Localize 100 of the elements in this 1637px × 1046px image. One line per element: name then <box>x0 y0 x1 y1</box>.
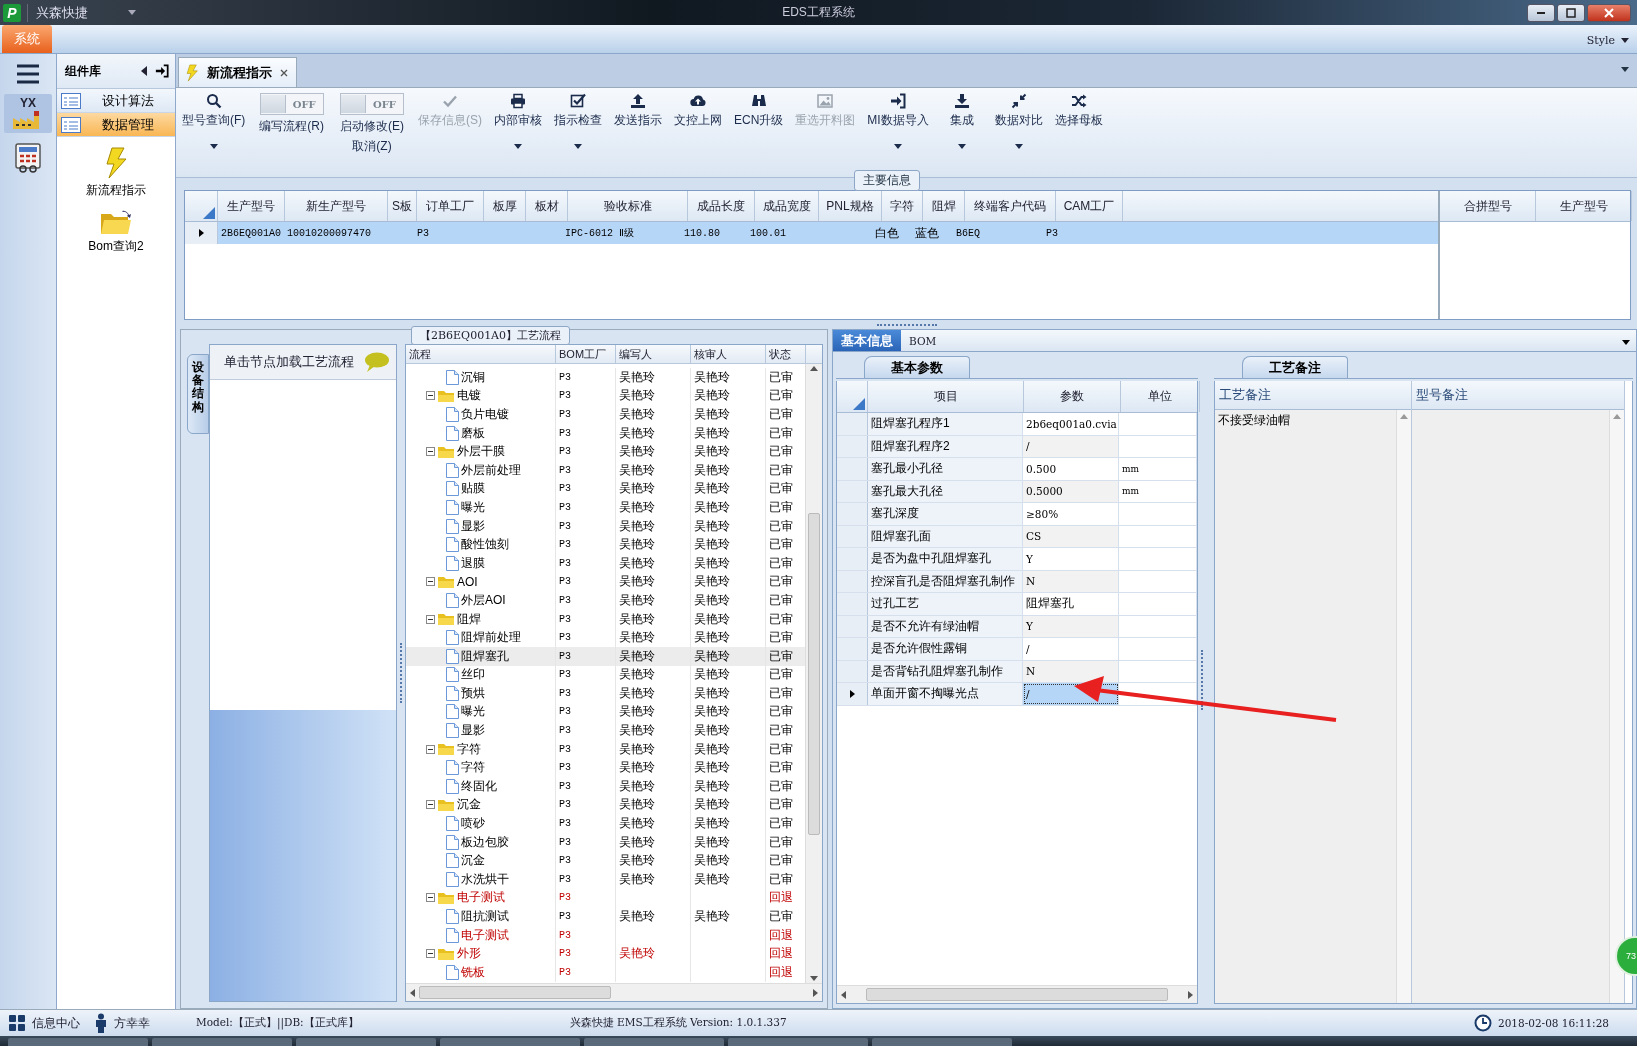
scrollbar[interactable] <box>1609 410 1624 1003</box>
close-button[interactable] <box>1587 3 1631 22</box>
column-header[interactable]: 合拼型号 <box>1440 191 1536 221</box>
column-header[interactable]: 生产型号 <box>1536 191 1632 221</box>
value-cell[interactable]: N <box>1023 570 1119 592</box>
table-cell: 已审 <box>769 759 793 777</box>
collapse-icon[interactable] <box>426 447 435 457</box>
column-header[interactable]: 成品宽度 <box>755 191 819 221</box>
row-header[interactable] <box>837 683 868 705</box>
tab[interactable]: 工艺备注 <box>1242 356 1348 378</box>
value-cell[interactable]: 2b6eq001a0.cvia <box>1023 413 1119 435</box>
document-icon <box>446 425 459 441</box>
quick-access-caret-icon[interactable] <box>128 10 136 15</box>
folder-icon <box>437 612 455 626</box>
close-icon[interactable] <box>280 68 288 77</box>
library-item[interactable]: 设计算法 <box>57 89 175 113</box>
table-row[interactable]: 2B6EQ001A0 10010200097470 P3 IPC-6012 Ⅱ级 110.80 100.01 白色 蓝色 B6EQ P3 <box>185 222 1438 244</box>
collapse-icon[interactable] <box>426 800 435 810</box>
maximize-button[interactable] <box>1557 3 1585 22</box>
document-tab[interactable]: 新流程指示 <box>178 57 297 87</box>
table-cell: 吴艳玲 <box>619 722 655 740</box>
value-cell[interactable]: / <box>1023 638 1119 660</box>
column-header[interactable]: S板 <box>388 191 417 221</box>
toolbar-button[interactable]: 指示检查 <box>550 90 606 152</box>
toolbar-button[interactable]: 文控上网 <box>670 90 726 132</box>
tab[interactable]: BOM <box>901 330 945 351</box>
column-header[interactable]: 项目 <box>868 381 1024 412</box>
scrollbar[interactable] <box>837 985 1197 1003</box>
module-button[interactable]: YX <box>4 94 52 133</box>
toolbar-button[interactable]: MI数据导入 <box>863 90 933 152</box>
tab[interactable]: 基本信息 <box>833 330 901 351</box>
value-cell[interactable]: 阻焊塞孔 <box>1023 593 1119 615</box>
value-cell[interactable]: 0.5000 <box>1023 480 1119 502</box>
scrollbar[interactable] <box>1396 410 1411 1003</box>
row-header[interactable] <box>185 222 218 244</box>
column-header[interactable]: PNL规格 <box>819 191 882 221</box>
column-header[interactable]: CAM工厂 <box>1056 191 1123 221</box>
toolbar-button[interactable]: ECN升级 <box>730 90 788 132</box>
collapse-icon[interactable] <box>426 744 435 754</box>
column-header[interactable]: 终端客户代码 <box>965 191 1056 221</box>
collapse-icon[interactable] <box>426 577 435 587</box>
column-header[interactable]: 新生产型号 <box>285 191 388 221</box>
column-header[interactable]: 成品长度 <box>688 191 755 221</box>
table-cell: 吴艳玲 <box>694 684 730 702</box>
column-header[interactable]: 状态 <box>766 345 806 363</box>
library-item[interactable]: 数据管理 <box>57 113 175 137</box>
column-header[interactable]: 单位 <box>1121 381 1200 412</box>
scrollbar[interactable] <box>805 364 822 983</box>
column-header[interactable]: 型号备注 <box>1412 381 1624 410</box>
collapse-icon[interactable] <box>426 391 435 401</box>
toolbar-button[interactable]: 数据对比 <box>990 90 1047 152</box>
column-header[interactable]: 核审人 <box>691 345 766 363</box>
tree-row[interactable]: 阻焊塞孔 P3 吴艳玲 吴艳玲 已审 <box>406 646 805 666</box>
column-header[interactable]: 生产型号 <box>218 191 285 221</box>
scroll-arrow-icon[interactable] <box>410 988 415 997</box>
column-header[interactable]: 工艺备注 <box>1215 381 1411 410</box>
column-header[interactable]: 流程 <box>406 345 556 363</box>
scrollbar[interactable] <box>406 983 822 1001</box>
value-cell[interactable]: Y <box>1023 615 1119 637</box>
tree-node-label: 曝光 <box>461 498 485 516</box>
column-header[interactable]: BOM工厂 <box>556 345 616 363</box>
toolbar-button[interactable]: 集成 <box>936 90 987 152</box>
toolbar-button[interactable]: 发送指示 <box>610 90 666 132</box>
scroll-arrow-icon[interactable] <box>841 990 846 999</box>
column-header[interactable]: 编写人 <box>616 345 691 363</box>
toolbar-button[interactable]: 内部审核 <box>490 90 546 152</box>
scroll-arrow-icon[interactable] <box>810 366 818 371</box>
select-all-corner[interactable] <box>203 207 215 219</box>
value-cell[interactable]: 0.500 <box>1023 458 1119 480</box>
table-cell: 吴艳玲 <box>619 536 655 554</box>
side-tab[interactable]: 设备结构 <box>187 354 209 434</box>
sign-in-icon[interactable] <box>155 64 169 78</box>
shortcut-button[interactable]: 新流程指示 <box>57 147 175 199</box>
collapse-left-icon[interactable] <box>141 66 147 76</box>
shortcut-button[interactable]: Bom查询2 <box>57 209 175 255</box>
value-cell[interactable]: Y <box>1023 548 1119 570</box>
minimize-button[interactable] <box>1527 3 1555 22</box>
style-menu[interactable]: Style <box>1586 34 1629 47</box>
column-header[interactable]: 板材 <box>526 191 568 221</box>
column-header[interactable]: 字符 <box>882 191 923 221</box>
select-all-corner[interactable] <box>853 398 865 410</box>
column-header[interactable]: 订单工厂 <box>417 191 484 221</box>
maximize-icon <box>1566 7 1576 18</box>
column-header[interactable]: 参数 <box>1024 381 1121 412</box>
table-cell: P3 <box>559 873 571 885</box>
info-center-label[interactable]: 信息中心 <box>32 1014 80 1032</box>
toolbar-button[interactable]: 选择母板 <box>1050 90 1107 132</box>
scroll-arrow-icon[interactable] <box>1188 990 1193 999</box>
column-header[interactable]: 验收标准 <box>568 191 688 221</box>
tab[interactable]: 基本参数 <box>864 356 970 378</box>
collapse-icon[interactable] <box>426 893 435 903</box>
value-cell[interactable]: / <box>1023 435 1119 457</box>
column-header[interactable]: 阻焊 <box>923 191 965 221</box>
collapse-icon[interactable] <box>426 614 435 624</box>
toolbar-button[interactable]: 型号查询(F) <box>178 90 250 152</box>
collapse-icon[interactable] <box>426 949 435 959</box>
column-header[interactable]: 板厚 <box>484 191 526 221</box>
table-cell: 吴艳玲 <box>619 517 655 535</box>
value-cell[interactable]: CS <box>1023 525 1119 547</box>
grid-icon[interactable] <box>8 1014 26 1032</box>
